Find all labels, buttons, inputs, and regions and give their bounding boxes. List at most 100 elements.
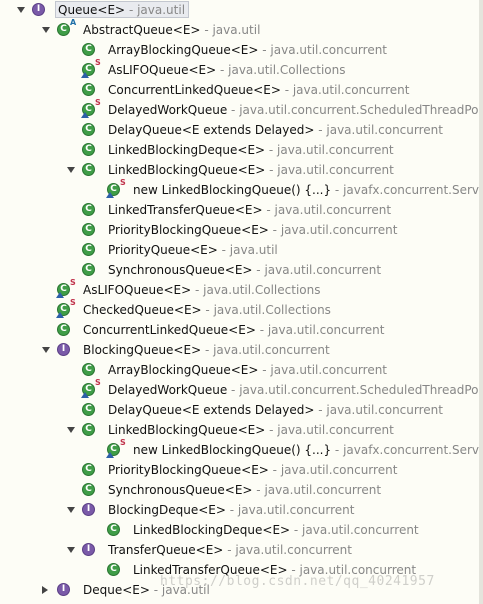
tree-row[interactable]: Queue<E> - java.util bbox=[0, 0, 483, 20]
type-label: Queue<E> - java.util bbox=[58, 0, 185, 20]
tree-row[interactable]: LinkedBlockingDeque<E> - java.util.concu… bbox=[0, 140, 483, 160]
package-name: java.util.concurrent bbox=[270, 363, 388, 377]
class-icon bbox=[56, 303, 70, 318]
tree-row[interactable]: TransferQueue<E> - java.util.concurrent bbox=[0, 540, 483, 560]
nested-type-overlay-icon bbox=[56, 292, 64, 298]
type-name: ConcurrentLinkedQueue<E> bbox=[108, 83, 281, 97]
separator: - bbox=[200, 23, 213, 37]
type-name: DelayQueue<E extends Delayed> bbox=[108, 123, 315, 137]
type-name: new LinkedBlockingQueue() {...} bbox=[133, 443, 332, 457]
separator: - bbox=[255, 323, 268, 337]
type-name: LinkedTransferQueue<E> bbox=[108, 203, 263, 217]
type-label: LinkedBlockingQueue<E> - java.util.concu… bbox=[108, 420, 394, 440]
separator: - bbox=[265, 143, 278, 157]
separator: - bbox=[287, 563, 300, 577]
tree-row[interactable]: S CheckedQueue<E> - java.util.Collections bbox=[0, 298, 483, 320]
tree-row[interactable]: A AbstractQueue<E> - java.util bbox=[0, 19, 483, 40]
type-name: LinkedBlockingQueue<E> bbox=[108, 163, 266, 177]
class-icon bbox=[82, 83, 95, 96]
type-label: ConcurrentLinkedQueue<E> - java.util.con… bbox=[83, 320, 384, 340]
static-overlay-icon: S bbox=[120, 438, 126, 447]
tree-row[interactable]: S AsLIFOQueue<E> - java.util.Collections bbox=[0, 279, 483, 300]
separator: - bbox=[258, 43, 271, 57]
expand-chevron-down-icon[interactable] bbox=[67, 427, 75, 433]
class-icon bbox=[82, 123, 95, 136]
type-name: AsLIFOQueue<E> bbox=[83, 283, 192, 297]
tree-row[interactable]: Snew LinkedBlockingQueue() {...} - javaf… bbox=[0, 179, 483, 200]
tree-row[interactable]: BlockingQueue<E> - java.util.concurrent bbox=[0, 340, 483, 360]
type-label: TransferQueue<E> - java.util.concurrent bbox=[108, 540, 352, 560]
package-name: java.util.concurrent.ScheduledThreadPoo bbox=[239, 103, 483, 117]
package-name: javafx.concurrent.Service bbox=[343, 443, 483, 457]
type-label: AsLIFOQueue<E> - java.util.Collections bbox=[108, 60, 345, 80]
package-name: java.util.concurrent bbox=[264, 483, 382, 497]
interface-icon bbox=[57, 583, 70, 596]
package-name: javafx.concurrent.Service bbox=[343, 183, 483, 197]
expand-chevron-down-icon[interactable] bbox=[67, 547, 75, 553]
package-name: java.util.concurrent bbox=[302, 523, 419, 537]
separator: - bbox=[201, 303, 214, 317]
type-label: LinkedTransferQueue<E> - java.util.concu… bbox=[133, 560, 416, 580]
tree-row[interactable]: BlockingDeque<E> - java.util.concurrent bbox=[0, 500, 483, 520]
tree-row[interactable]: LinkedTransferQueue<E> - java.util.concu… bbox=[0, 560, 483, 580]
package-name: java.util.concurrent bbox=[264, 263, 382, 277]
package-name: java.util.concurrent bbox=[277, 163, 394, 177]
tree-row[interactable]: LinkedTransferQueue<E> - java.util.concu… bbox=[0, 200, 483, 220]
tree-row[interactable]: PriorityBlockingQueue<E> - java.util.con… bbox=[0, 220, 483, 240]
separator: - bbox=[216, 63, 229, 77]
type-name: TransferQueue<E> bbox=[108, 543, 224, 557]
expand-chevron-down-icon[interactable] bbox=[17, 7, 25, 13]
tree-row[interactable]: LinkedBlockingQueue<E> - java.util.concu… bbox=[0, 160, 483, 180]
class-icon bbox=[56, 283, 70, 298]
class-icon bbox=[82, 203, 95, 216]
type-label: AsLIFOQueue<E> - java.util.Collections bbox=[83, 280, 320, 300]
type-label: ArrayBlockingQueue<E> - java.util.concur… bbox=[108, 40, 387, 60]
tree-row[interactable]: ArrayBlockingQueue<E> - java.util.concur… bbox=[0, 40, 483, 60]
separator: - bbox=[262, 203, 275, 217]
tree-row[interactable]: ArrayBlockingQueue<E> - java.util.concur… bbox=[0, 360, 483, 380]
tree-row[interactable]: SynchronousQueue<E> - java.util.concurre… bbox=[0, 260, 483, 280]
class-icon bbox=[82, 263, 95, 276]
type-label: DelayedWorkQueue - java.util.concurrent.… bbox=[108, 100, 483, 120]
expand-chevron-down-icon[interactable] bbox=[67, 507, 75, 513]
interface-icon bbox=[82, 503, 95, 516]
type-name: ArrayBlockingQueue<E> bbox=[108, 43, 259, 57]
tree-row[interactable]: PriorityBlockingQueue<E> - java.util.con… bbox=[0, 460, 483, 480]
tree-row[interactable]: S DelayedWorkQueue - java.util.concurrent… bbox=[0, 378, 483, 400]
vertical-scrollbar[interactable] bbox=[479, 0, 483, 604]
tree-row[interactable]: S AsLIFOQueue<E> - java.util.Collections bbox=[0, 59, 483, 80]
type-label: LinkedBlockingQueue<E> - java.util.concu… bbox=[108, 160, 394, 180]
expand-chevron-down-icon[interactable] bbox=[67, 167, 75, 173]
static-overlay-icon: S bbox=[95, 378, 101, 387]
separator: - bbox=[252, 483, 265, 497]
tree-row[interactable]: DelayQueue<E extends Delayed> - java.uti… bbox=[0, 400, 483, 420]
tree-row[interactable]: LinkedBlockingQueue<E> - java.util.concu… bbox=[0, 420, 483, 440]
interface-icon bbox=[32, 3, 45, 16]
type-label: PriorityBlockingQueue<E> - java.util.con… bbox=[108, 460, 397, 480]
separator: - bbox=[268, 223, 281, 237]
expand-chevron-down-icon[interactable] bbox=[42, 347, 50, 353]
separator: - bbox=[217, 243, 230, 257]
package-name: java.util bbox=[212, 23, 261, 37]
tree-row[interactable]: SynchronousQueue<E> - java.util.concurre… bbox=[0, 480, 483, 500]
tree-row[interactable]: ConcurrentLinkedQueue<E> - java.util.con… bbox=[0, 320, 483, 340]
static-overlay-icon: S bbox=[70, 298, 76, 307]
type-label: BlockingQueue<E> - java.util.concurrent bbox=[83, 340, 330, 360]
expand-chevron-right-icon[interactable] bbox=[42, 586, 48, 594]
type-name: DelayQueue<E extends Delayed> bbox=[108, 403, 315, 417]
tree-row[interactable]: PriorityQueue<E> - java.util bbox=[0, 240, 483, 260]
tree-row[interactable]: ConcurrentLinkedQueue<E> - java.util.con… bbox=[0, 80, 483, 100]
package-name: java.util.Collections bbox=[203, 283, 321, 297]
separator: - bbox=[314, 403, 327, 417]
class-icon bbox=[82, 463, 95, 476]
class-icon bbox=[82, 403, 95, 416]
type-hierarchy-tree[interactable]: Queue<E> - java.utilAAbstractQueue<E> - … bbox=[0, 0, 483, 604]
class-icon bbox=[57, 23, 70, 36]
tree-row[interactable]: Deque<E> - java.util bbox=[0, 580, 483, 600]
tree-row[interactable]: Snew LinkedBlockingQueue() {...} - javaf… bbox=[0, 438, 483, 460]
expand-chevron-down-icon[interactable] bbox=[42, 27, 50, 33]
package-name: java.util.concurrent bbox=[326, 403, 443, 417]
tree-row[interactable]: LinkedBlockingDeque<E> - java.util.concu… bbox=[0, 520, 483, 540]
tree-row[interactable]: S DelayedWorkQueue - java.util.concurrent… bbox=[0, 99, 483, 120]
tree-row[interactable]: DelayQueue<E extends Delayed> - java.uti… bbox=[0, 120, 483, 140]
